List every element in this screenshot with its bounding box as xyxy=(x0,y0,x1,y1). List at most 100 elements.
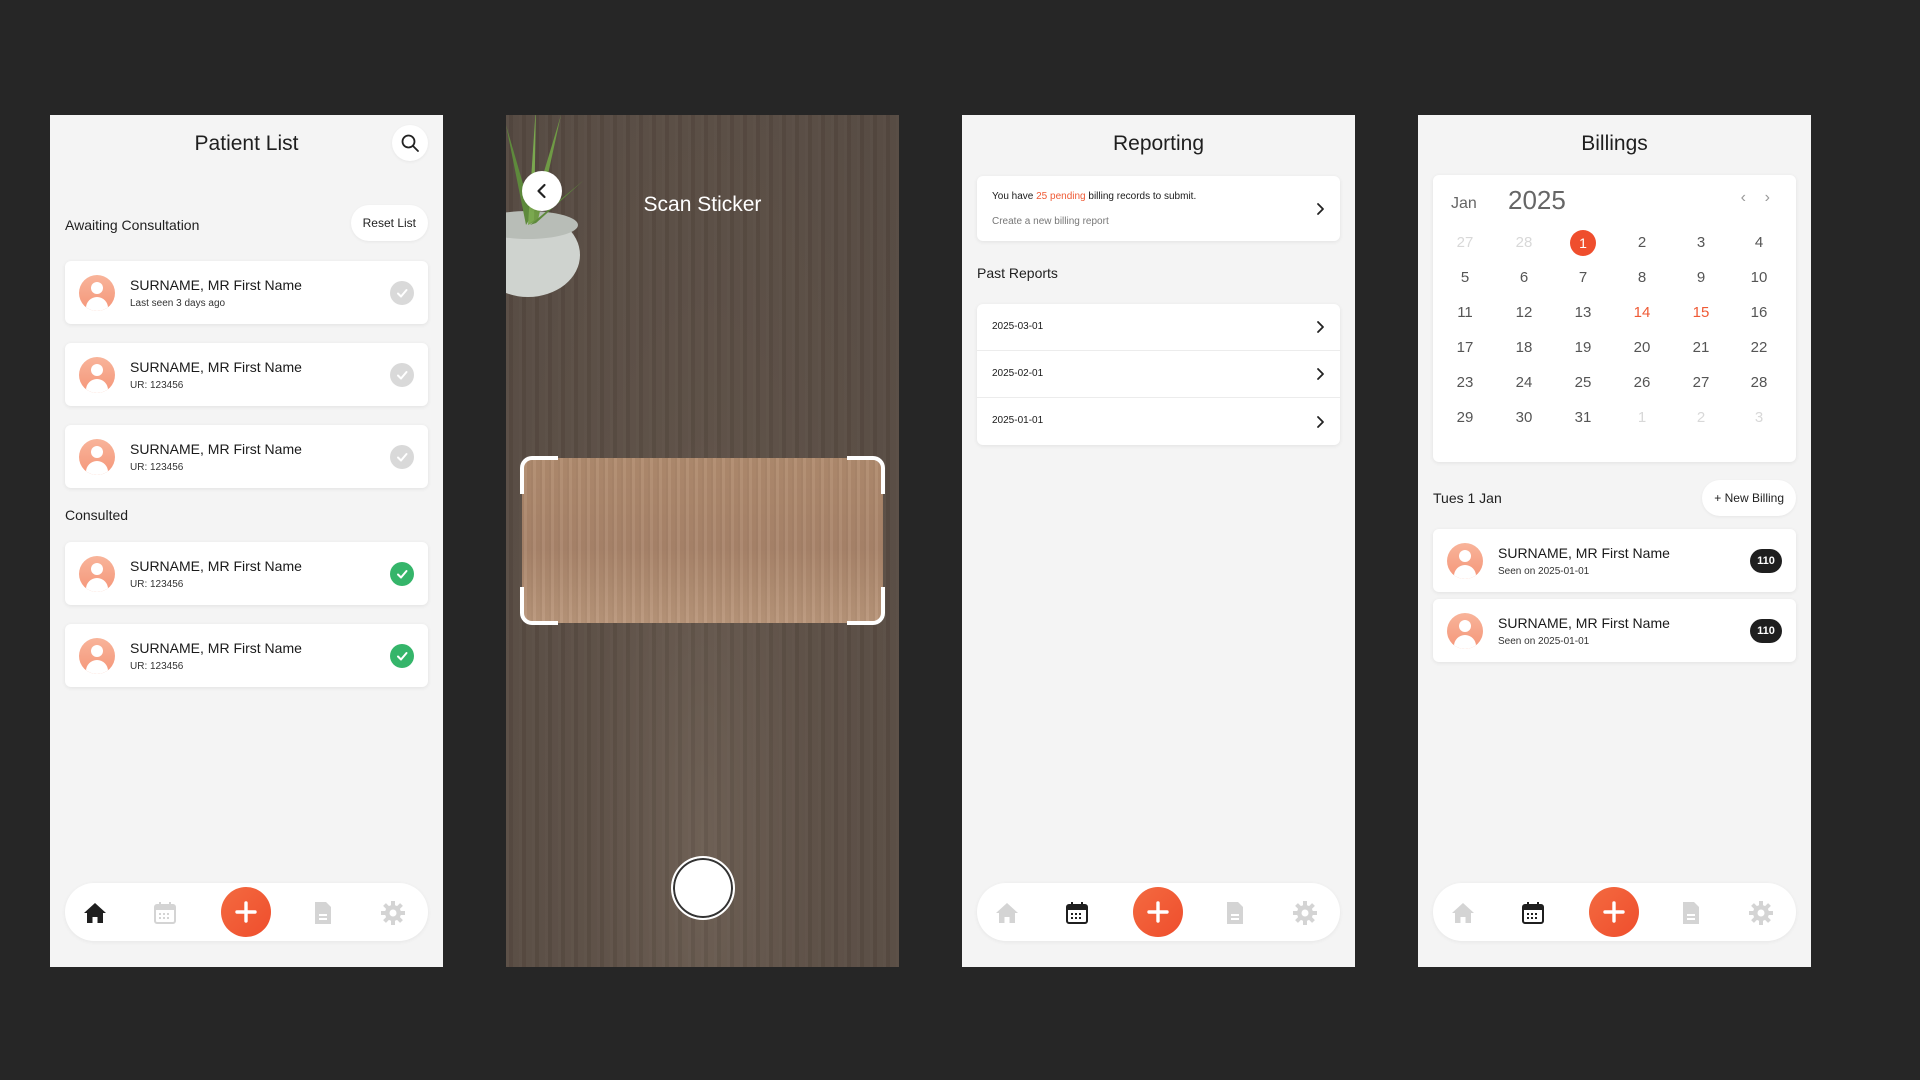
home-icon[interactable] xyxy=(1449,899,1477,927)
calendar-day[interactable]: 3 xyxy=(1686,228,1716,258)
add-button[interactable] xyxy=(221,887,271,937)
calendar-day[interactable]: 15 xyxy=(1686,298,1716,328)
document-icon[interactable] xyxy=(1221,899,1249,927)
avatar xyxy=(79,555,115,592)
calendar-icon[interactable] xyxy=(151,899,179,927)
calendar-day[interactable]: 4 xyxy=(1744,228,1774,258)
check-icon[interactable] xyxy=(390,362,414,387)
calendar-day[interactable]: 18 xyxy=(1509,333,1539,363)
bottom-nav xyxy=(65,883,428,941)
avatar xyxy=(79,274,115,311)
calendar-day[interactable]: 31 xyxy=(1568,403,1598,433)
calendar-day[interactable]: 21 xyxy=(1686,333,1716,363)
past-reports-heading: Past Reports xyxy=(977,265,1058,281)
calendar-day[interactable]: 6 xyxy=(1509,263,1539,293)
calendar-day[interactable]: 12 xyxy=(1509,298,1539,328)
settings-icon[interactable] xyxy=(379,899,407,927)
patient-subtitle: UR: 123456 xyxy=(130,462,184,473)
calendar-day[interactable]: 1 xyxy=(1627,403,1657,433)
home-icon[interactable] xyxy=(993,899,1021,927)
patient-card[interactable]: SURNAME, MR First Name UR: 123456 xyxy=(65,542,428,605)
home-icon[interactable] xyxy=(81,899,109,927)
calendar-day[interactable]: 28 xyxy=(1509,228,1539,258)
page-title: Scan Sticker xyxy=(643,193,762,216)
report-date: 2025-03-01 xyxy=(992,321,1044,332)
viewfinder-corner xyxy=(847,456,885,494)
report-row[interactable]: 2025-02-01 xyxy=(977,351,1340,398)
calendar-day[interactable]: 16 xyxy=(1744,298,1774,328)
report-row[interactable]: 2025-03-01 xyxy=(977,304,1340,351)
calendar-day[interactable]: 14 xyxy=(1627,298,1657,328)
next-month-icon[interactable]: › xyxy=(1765,189,1770,207)
calendar-day[interactable]: 3 xyxy=(1744,403,1774,433)
pending-billing-card[interactable]: You have 25 pending billing records to s… xyxy=(977,176,1340,241)
check-icon[interactable] xyxy=(390,280,414,305)
reporting-screen: Reporting You have 25 pending billing re… xyxy=(962,115,1355,967)
calendar-day[interactable]: 26 xyxy=(1627,368,1657,398)
create-report-link[interactable]: Create a new billing report xyxy=(992,216,1109,227)
calendar-day[interactable]: 22 xyxy=(1744,333,1774,363)
search-button[interactable] xyxy=(392,125,428,161)
calendar-day[interactable]: 28 xyxy=(1744,368,1774,398)
settings-icon[interactable] xyxy=(1747,899,1775,927)
add-button[interactable] xyxy=(1589,887,1639,937)
document-icon[interactable] xyxy=(309,899,337,927)
calendar-day[interactable]: 20 xyxy=(1627,333,1657,363)
billing-entry[interactable]: SURNAME, MR First Name Seen on 2025-01-0… xyxy=(1433,599,1796,662)
viewfinder-corner xyxy=(520,587,558,625)
calendar-day[interactable]: 2 xyxy=(1627,228,1657,258)
chevron-right-icon xyxy=(1317,415,1324,428)
chevron-right-icon xyxy=(1317,321,1324,333)
calendar-day[interactable]: 9 xyxy=(1686,263,1716,293)
billing-entry[interactable]: SURNAME, MR First Name Seen on 2025-01-0… xyxy=(1433,529,1796,592)
report-row[interactable]: 2025-01-01 xyxy=(977,398,1340,445)
calendar-day[interactable]: 27 xyxy=(1686,368,1716,398)
chevron-right-icon xyxy=(1317,202,1324,215)
calendar-day[interactable]: 24 xyxy=(1509,368,1539,398)
calendar-day[interactable]: 8 xyxy=(1627,263,1657,293)
settings-icon[interactable] xyxy=(1291,899,1319,927)
calendar-icon[interactable] xyxy=(1063,899,1091,927)
reset-list-button[interactable]: Reset List xyxy=(350,205,428,241)
calendar-day[interactable]: 10 xyxy=(1744,263,1774,293)
patient-card[interactable]: SURNAME, MR First Name UR: 123456 xyxy=(65,425,428,488)
patient-card[interactable]: SURNAME, MR First Name Last seen 3 days … xyxy=(65,261,428,324)
check-icon[interactable] xyxy=(390,643,414,668)
calendar-day[interactable]: 13 xyxy=(1568,298,1598,328)
shutter-button[interactable] xyxy=(671,856,735,920)
bottom-nav xyxy=(1433,883,1796,941)
document-icon[interactable] xyxy=(1677,899,1705,927)
patient-card[interactable]: SURNAME, MR First Name UR: 123456 xyxy=(65,343,428,406)
new-billing-button[interactable]: + New Billing xyxy=(1702,480,1796,516)
consulted-heading: Consulted xyxy=(65,507,129,523)
selected-date-label: Tues 1 Jan xyxy=(1433,490,1502,506)
calendar-day[interactable]: 29 xyxy=(1450,403,1480,433)
calendar-day[interactable]: 7 xyxy=(1568,263,1598,293)
patient-name: SURNAME, MR First Name xyxy=(130,359,302,375)
calendar-day[interactable]: 23 xyxy=(1450,368,1480,398)
patient-card[interactable]: SURNAME, MR First Name UR: 123456 xyxy=(65,624,428,687)
calendar-day[interactable]: 5 xyxy=(1450,263,1480,293)
check-icon[interactable] xyxy=(390,444,414,469)
calendar-day[interactable]: 11 xyxy=(1450,298,1480,328)
scan-screen: Scan Sticker xyxy=(506,115,899,967)
add-button[interactable] xyxy=(1133,887,1183,937)
seen-date: Seen on 2025-01-01 xyxy=(1498,566,1590,577)
calendar-day[interactable]: 1 xyxy=(1570,230,1596,256)
awaiting-consultation-heading: Awaiting Consultation xyxy=(65,217,200,233)
avatar xyxy=(1447,542,1483,579)
calendar-day[interactable]: 19 xyxy=(1568,333,1598,363)
patient-subtitle: Last seen 3 days ago xyxy=(130,298,226,309)
calendar-day[interactable]: 30 xyxy=(1509,403,1539,433)
patient-subtitle: UR: 123456 xyxy=(130,661,184,672)
calendar-icon[interactable] xyxy=(1519,899,1547,927)
calendar-day[interactable]: 27 xyxy=(1450,228,1480,258)
calendar-day[interactable]: 17 xyxy=(1450,333,1480,363)
prev-month-icon[interactable]: ‹ xyxy=(1741,189,1746,207)
avatar xyxy=(79,356,115,393)
plus-icon xyxy=(1603,901,1625,923)
check-icon[interactable] xyxy=(390,561,414,586)
calendar-day[interactable]: 2 xyxy=(1686,403,1716,433)
calendar-day[interactable]: 25 xyxy=(1568,368,1598,398)
page-title: Billings xyxy=(1581,132,1648,155)
